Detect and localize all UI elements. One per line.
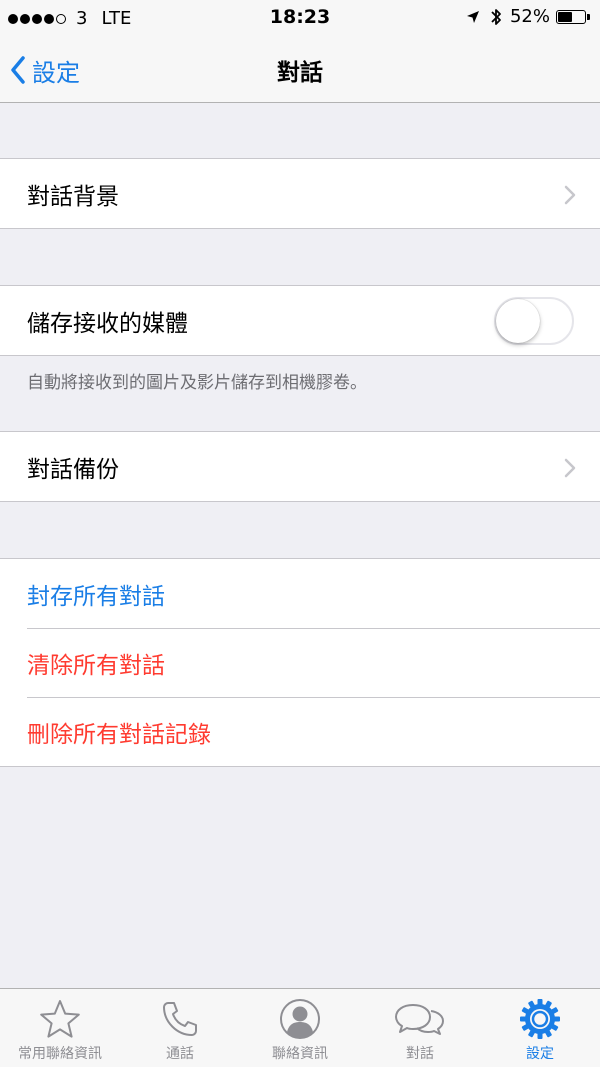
chat-wallpaper-row[interactable]: 對話背景: [0, 159, 600, 228]
contact-icon: [279, 998, 321, 1040]
chat-bubbles-icon: [395, 998, 445, 1040]
clear-all-label: 清除所有對話: [27, 652, 165, 679]
tab-label: 對話: [406, 1046, 434, 1062]
status-right: 52%: [466, 6, 590, 27]
gear-icon: [519, 998, 561, 1040]
location-arrow-icon: [466, 10, 480, 24]
backup-group: 對話備份: [0, 431, 600, 502]
tab-label: 設定: [526, 1046, 554, 1062]
battery-tip: [587, 13, 590, 20]
wallpaper-group: 對話背景: [0, 158, 600, 229]
archive-all-label: 封存所有對話: [27, 583, 165, 610]
save-media-toggle[interactable]: [494, 297, 574, 345]
star-icon: [39, 998, 81, 1040]
chat-wallpaper-label: 對話背景: [27, 183, 119, 210]
toggle-knob: [496, 299, 540, 343]
battery-level: [558, 11, 572, 22]
tab-label: 通話: [166, 1046, 194, 1062]
tab-label: 聯絡資訊: [272, 1046, 328, 1062]
save-media-group: 儲存接收的媒體: [0, 285, 600, 356]
clear-all-button[interactable]: 清除所有對話: [0, 628, 600, 697]
delete-all-button[interactable]: 刪除所有對話記錄: [0, 697, 600, 766]
phone-icon: [160, 998, 200, 1040]
tab-favorites[interactable]: 常用聯絡資訊: [0, 989, 120, 1067]
chat-backup-row[interactable]: 對話備份: [0, 432, 600, 501]
battery-icon: [556, 9, 586, 24]
delete-all-label: 刪除所有對話記錄: [27, 721, 211, 748]
page-title: 對話: [277, 60, 323, 86]
actions-group: 封存所有對話 清除所有對話 刪除所有對話記錄: [0, 558, 600, 767]
chevron-right-icon: [564, 185, 576, 205]
tab-chats[interactable]: 對話: [360, 989, 480, 1067]
bluetooth-icon: [490, 7, 502, 27]
tab-settings[interactable]: 設定: [480, 989, 600, 1067]
save-media-label: 儲存接收的媒體: [27, 310, 188, 337]
chevron-right-icon: [564, 458, 576, 478]
navigation-bar: 設定 對話: [0, 40, 600, 103]
tab-contacts[interactable]: 聯絡資訊: [240, 989, 360, 1067]
tab-calls[interactable]: 通話: [120, 989, 240, 1067]
tab-label: 常用聯絡資訊: [18, 1046, 102, 1062]
save-media-note: 自動將接收到的圖片及影片儲存到相機膠卷。: [27, 373, 367, 393]
archive-all-button[interactable]: 封存所有對話: [0, 559, 600, 628]
tab-bar: 常用聯絡資訊 通話 聯絡資訊 對話 設定: [0, 988, 600, 1067]
status-bar: 3 LTE 18:23 52%: [0, 0, 600, 40]
chat-backup-label: 對話備份: [27, 456, 119, 483]
battery-percent: 52%: [509, 6, 550, 27]
save-media-row: 儲存接收的媒體: [0, 286, 600, 355]
